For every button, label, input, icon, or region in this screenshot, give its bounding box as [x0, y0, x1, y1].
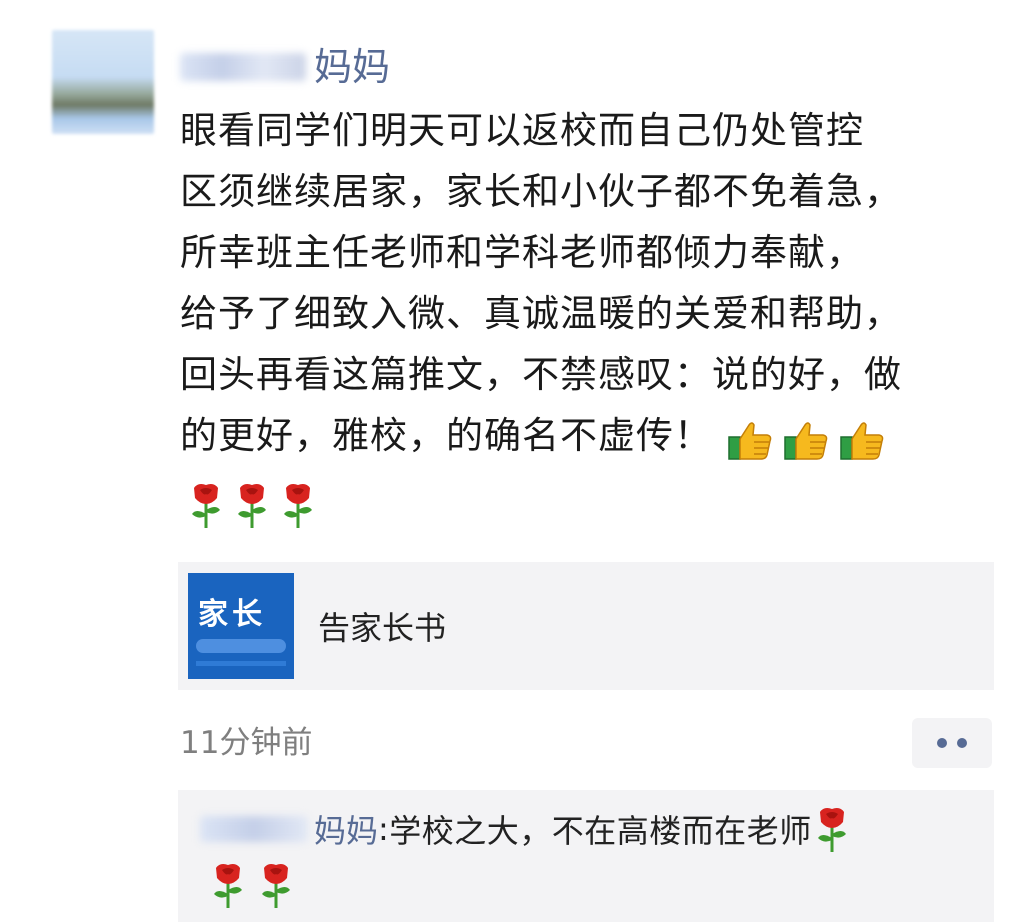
- comment-separator: :: [378, 810, 390, 848]
- comment-item[interactable]: 妈妈 : 学校之大，不在高楼而在老师: [200, 804, 852, 854]
- comment-text: 学校之大，不在高楼而在老师: [389, 812, 812, 850]
- post-line: 眼看同学们明天可以返校而自己仍处管控: [180, 109, 864, 152]
- rose-icon: [817, 808, 846, 852]
- thumbnail-text: 家长: [198, 597, 266, 632]
- thumbnail-stripe: [196, 661, 286, 666]
- thumbs-up-icon: [840, 421, 884, 460]
- comment-section: 妈妈 : 学校之大，不在高楼而在老师: [178, 790, 994, 922]
- post-line: 回头再看这篇推文，不禁感叹：说的好，做: [180, 353, 902, 396]
- shared-article-card[interactable]: 家长 告家长书: [178, 562, 994, 690]
- post-line: 的更好，雅校，的确名不虚传！: [180, 414, 712, 457]
- rose-row: [186, 480, 318, 530]
- rose-icon: [284, 484, 312, 528]
- article-title: 告家长书: [318, 609, 447, 647]
- commenter-nickname[interactable]: 妈妈: [314, 806, 378, 852]
- comment-rose-row: [208, 860, 296, 910]
- rose-icon: [192, 484, 220, 528]
- thumbs-up-icon: [784, 421, 828, 460]
- article-thumbnail: 家长: [188, 573, 294, 679]
- more-dot-icon: [937, 738, 947, 748]
- redacted-name: [180, 53, 306, 81]
- post-text: 眼看同学们明天可以返校而自己仍处管控 区须继续居家，家长和小伙子都不免着急， 所…: [180, 100, 990, 468]
- author-nickname[interactable]: 妈妈: [314, 42, 390, 92]
- avatar[interactable]: [52, 30, 154, 134]
- post-line: 所幸班主任老师和学科老师都倾力奉献，: [180, 231, 864, 274]
- rose-icon: [238, 484, 266, 528]
- thumbs-up-icon: [728, 421, 772, 460]
- rose-icon: [262, 864, 290, 908]
- post-line: 给予了细致入微、真诚温暖的关爱和帮助，: [180, 292, 902, 335]
- post-timestamp: 11分钟前: [180, 725, 313, 761]
- post-line-last: 的更好，雅校，的确名不虚传！: [180, 405, 990, 468]
- author-name[interactable]: 妈妈: [180, 42, 390, 92]
- redacted-name: [200, 816, 308, 842]
- like-comment-button[interactable]: [912, 718, 992, 768]
- more-dot-icon: [957, 738, 967, 748]
- thumbnail-banner: [196, 639, 286, 653]
- post-line: 区须继续居家，家长和小伙子都不免着急，: [180, 170, 902, 213]
- thumbs-up-group: [725, 407, 893, 468]
- rose-icon: [214, 864, 242, 908]
